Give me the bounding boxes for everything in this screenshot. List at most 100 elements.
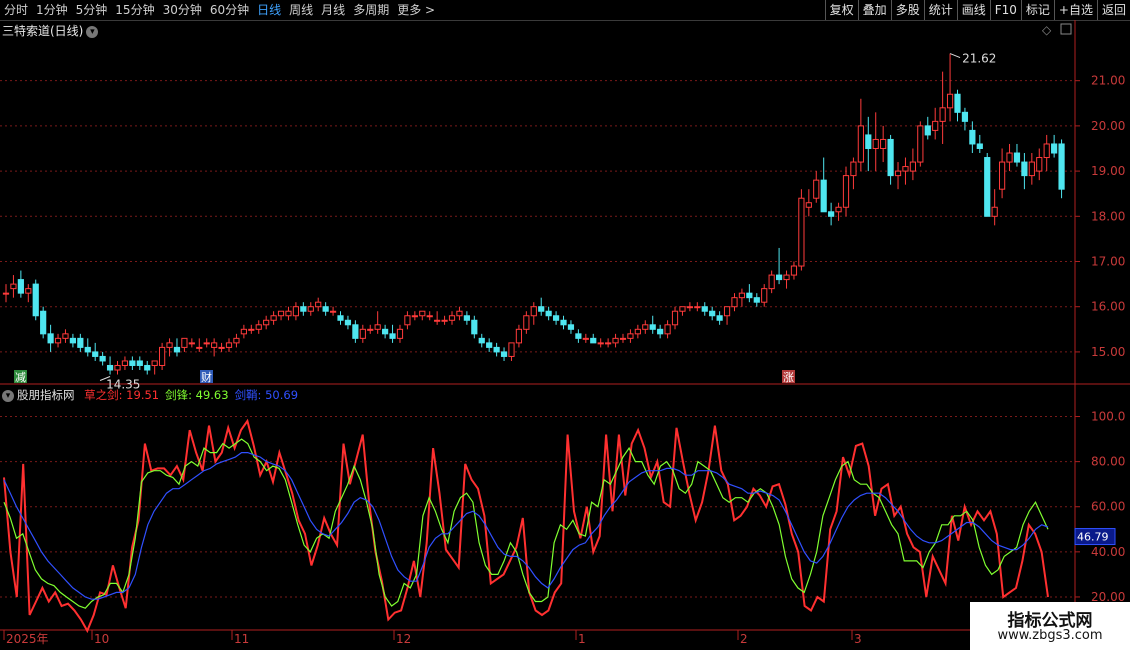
candle-body	[612, 337, 619, 344]
watermark: 指标公式网 www.zbgs3.com	[970, 602, 1130, 650]
candle-body	[1021, 161, 1028, 177]
candle-body	[40, 310, 47, 335]
indicator-line-2	[3, 452, 1049, 600]
candle-body	[761, 288, 768, 303]
candle-body	[62, 333, 69, 339]
event-tag-0: 减	[14, 370, 27, 384]
candle-body	[389, 333, 396, 339]
candle-body	[211, 342, 218, 348]
candle-body	[716, 315, 723, 321]
candle-body	[25, 288, 32, 294]
candle-body	[894, 170, 902, 177]
candle-body	[493, 346, 500, 353]
time-tick-label: 3	[854, 632, 862, 646]
candle-body	[1051, 143, 1058, 154]
candle-body	[575, 333, 582, 339]
candle-body	[961, 111, 969, 122]
candle-body	[471, 319, 478, 335]
candle-body	[1006, 152, 1013, 163]
candle-body	[404, 315, 411, 326]
candle-body	[285, 310, 292, 317]
chevron-down-icon[interactable]: ▾	[2, 389, 14, 402]
candle-body	[954, 93, 961, 113]
candle-body	[768, 274, 775, 290]
candle-body	[181, 337, 188, 348]
candle-body	[798, 197, 805, 267]
indicator-line-1	[3, 438, 1049, 609]
candle-body	[857, 125, 864, 163]
candle-body	[619, 337, 627, 340]
chevron-down-icon[interactable]: ▾	[86, 25, 99, 38]
candle-body	[664, 324, 671, 335]
candle-body	[500, 351, 508, 357]
candle-body	[545, 310, 552, 317]
candle-body	[188, 342, 195, 345]
event-tag-label: 减	[15, 371, 26, 384]
candle-body	[738, 292, 746, 299]
candle-body	[597, 342, 604, 345]
event-tag-2: 涨	[782, 370, 795, 384]
candle-body	[344, 319, 352, 326]
watermark-url: www.zbgs3.com	[997, 628, 1103, 643]
candle-body	[218, 346, 225, 349]
indicator-title: ▾ 股朋指标网 草之剑: 19.51 剑锋: 49.63 剑鞘: 50.69	[2, 387, 298, 403]
candle-body	[270, 315, 277, 321]
chart-title: 三特索道(日线) ▾	[2, 22, 99, 39]
candle-body	[121, 360, 129, 366]
candle-body	[872, 138, 879, 149]
stock-chart[interactable]: 15.0016.0017.0018.0019.0020.0021.0020.00…	[0, 0, 1130, 650]
candle-body	[820, 179, 827, 213]
legend-entry-1: 剑锋: 49.63	[165, 388, 229, 402]
event-tag-label: 涨	[783, 371, 794, 384]
candle-body	[84, 346, 91, 353]
candle-body	[775, 274, 783, 281]
indicator-line-0	[3, 418, 1049, 634]
price-tick-label: 21.00	[1091, 74, 1125, 88]
candle-body	[359, 328, 366, 339]
price-tick-label: 19.00	[1091, 164, 1125, 178]
candle-body	[426, 315, 433, 318]
candle-body	[701, 306, 708, 312]
candle-body	[2, 292, 10, 295]
candle-body	[902, 166, 909, 172]
candle-body	[448, 315, 456, 321]
candle-body	[709, 310, 716, 317]
indicator-legend: 草之剑: 19.51 剑锋: 49.63 剑鞘: 50.69	[78, 388, 298, 402]
indicator-tick-label: 40.00	[1091, 545, 1125, 559]
candle-body	[552, 315, 560, 321]
candle-body	[159, 346, 166, 366]
candle-body	[530, 306, 537, 317]
candle-body	[746, 292, 753, 299]
current-value-label: 46.79	[1077, 531, 1109, 544]
candle-body	[136, 360, 143, 366]
candle-body	[248, 328, 255, 331]
candle-body	[582, 337, 589, 340]
event-tag-label: 财	[201, 370, 212, 384]
candle-body	[374, 324, 381, 330]
candle-body	[77, 337, 84, 348]
candle-body	[478, 337, 485, 344]
legend-entry-0: 草之剑: 19.51	[84, 388, 160, 402]
time-tick-label: 2	[740, 632, 748, 646]
event-tag-1: 财	[200, 370, 213, 384]
indicator-name: 股朋指标网	[17, 388, 75, 402]
price-tick-label: 17.00	[1091, 255, 1125, 269]
candle-body	[605, 342, 612, 345]
candle-body	[753, 297, 760, 303]
candle-body	[166, 342, 173, 348]
candle-body	[47, 333, 54, 344]
price-tick-label: 15.00	[1091, 345, 1125, 359]
candle-body	[486, 342, 493, 348]
candle-body	[292, 306, 300, 317]
candle-body	[649, 324, 656, 330]
candle-body	[1013, 152, 1021, 163]
candle-body	[434, 319, 441, 322]
high-pointer	[949, 53, 961, 59]
candle-body	[1028, 161, 1035, 177]
candle-body	[1036, 157, 1043, 172]
time-tick-label: 11	[234, 632, 249, 646]
candle-body	[515, 328, 523, 344]
candle-body	[1058, 143, 1065, 190]
candle-body	[307, 306, 314, 312]
candle-body	[590, 337, 597, 344]
